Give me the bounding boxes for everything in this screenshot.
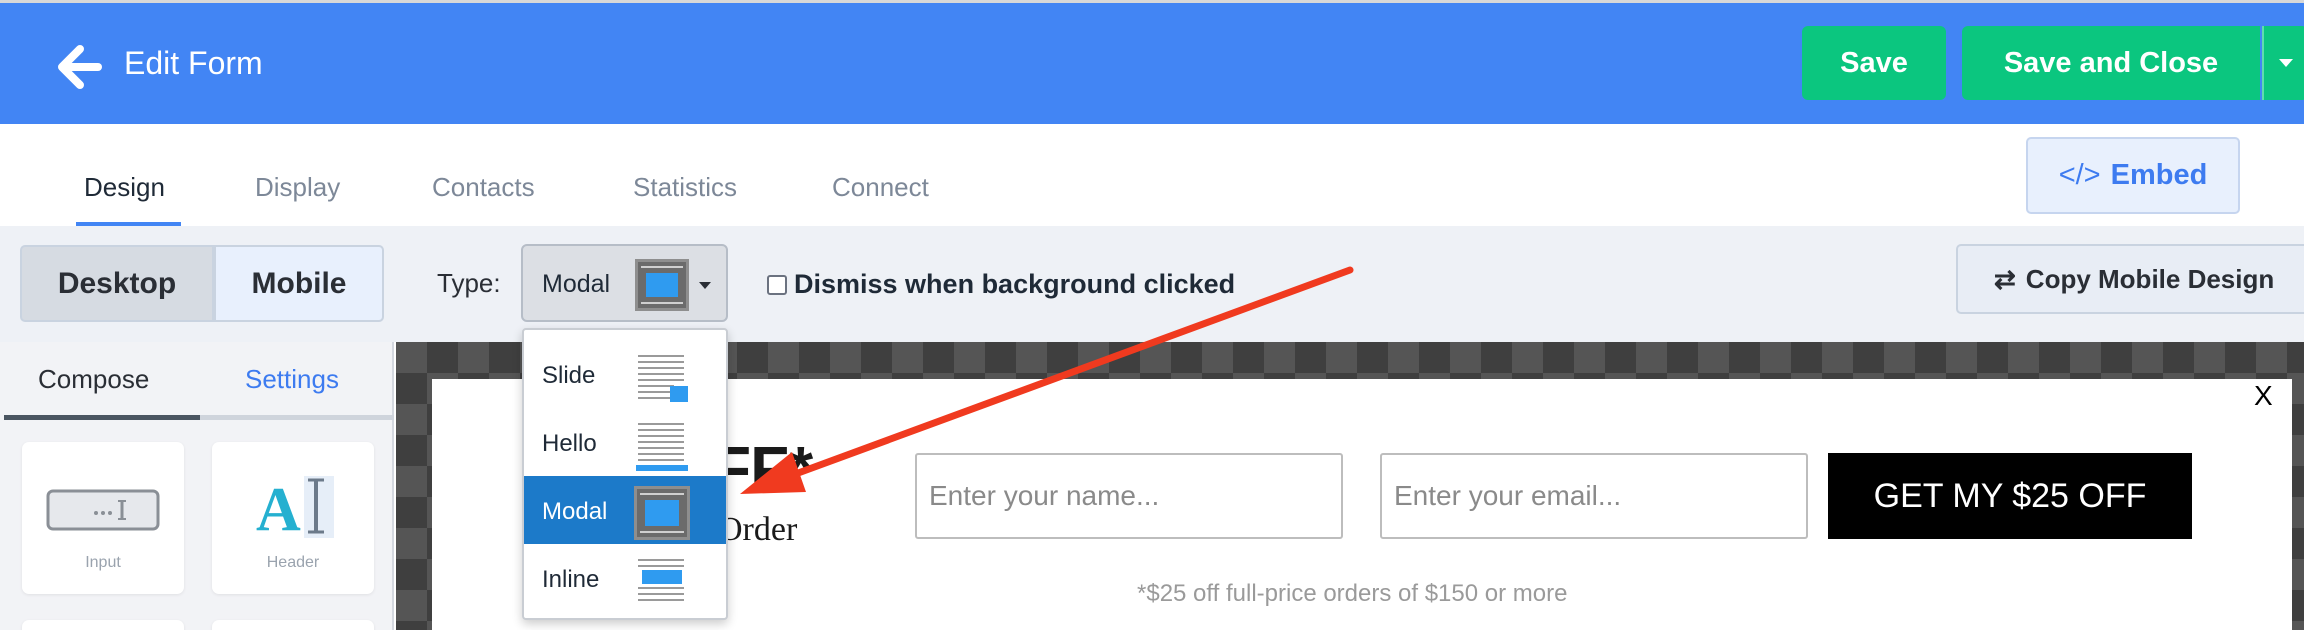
tab-contacts[interactable]: Contacts (432, 172, 535, 203)
embed-button[interactable]: </> Embed (2026, 137, 2240, 214)
name-input[interactable]: Enter your name... (915, 453, 1343, 539)
dismiss-label[interactable]: Dismiss when background clicked (794, 269, 1235, 300)
tab-design[interactable]: Design (84, 172, 165, 203)
modal-close-button[interactable]: X (2254, 380, 2273, 412)
desktop-toggle[interactable]: Desktop (20, 245, 214, 322)
block-card[interactable] (22, 620, 184, 630)
tab-connect[interactable]: Connect (832, 172, 929, 203)
type-label: Type: (437, 268, 501, 298)
input-card-label: Input (85, 554, 121, 571)
input-field-icon (46, 489, 160, 531)
hello-bar-layout-icon (634, 418, 690, 472)
panel-tab-bar (4, 415, 394, 420)
chevron-down-icon (2279, 59, 2293, 67)
header-block-card[interactable]: A Header (212, 442, 374, 594)
header-card-label: Header (266, 554, 320, 571)
embed-label: Embed (2110, 159, 2208, 191)
header-text-icon: A (256, 476, 334, 542)
swap-icon: ⇄ (1994, 263, 2016, 294)
tab-display[interactable]: Display (255, 172, 340, 203)
option-label: Hello (542, 430, 597, 457)
dropdown-option-slide[interactable]: Slide (524, 340, 726, 408)
copy-mobile-design-button[interactable]: ⇄ Copy Mobile Design (1956, 244, 2304, 314)
type-select[interactable]: Modal (521, 244, 728, 322)
chevron-down-icon (699, 282, 711, 289)
option-label: Modal (542, 498, 608, 525)
save-and-close-button[interactable]: Save and Close (1962, 26, 2260, 100)
email-input[interactable]: Enter your email... (1380, 453, 1808, 539)
modal-layout-icon (635, 259, 689, 311)
svg-text:A: A (256, 476, 301, 542)
type-dropdown-menu: Slide Hello Modal Inline (522, 328, 728, 620)
tab-statistics[interactable]: Statistics (633, 172, 737, 203)
save-button[interactable]: Save (1802, 26, 1946, 100)
option-label: Inline (542, 566, 600, 593)
mobile-toggle[interactable]: Mobile (214, 245, 384, 322)
dismiss-checkbox[interactable] (767, 275, 787, 295)
type-select-value: Modal (542, 270, 611, 298)
dropdown-option-hello[interactable]: Hello (524, 408, 726, 476)
page-title: Edit Form (124, 45, 263, 81)
code-icon: </> (2058, 159, 2101, 191)
slide-layout-icon (634, 350, 690, 404)
save-options-dropdown[interactable] (2262, 26, 2304, 100)
active-panel-tab-indicator (4, 415, 200, 420)
cta-button[interactable]: GET MY $25 OFF (1828, 453, 2192, 539)
input-block-card[interactable]: Input (22, 442, 184, 594)
modal-layout-icon (634, 486, 690, 540)
fineprint-text: *$25 off full-price orders of $150 or mo… (1137, 580, 1568, 607)
dropdown-option-inline[interactable]: Inline (524, 544, 726, 612)
tab-settings[interactable]: Settings (245, 364, 339, 395)
tab-compose[interactable]: Compose (38, 364, 149, 395)
option-label: Slide (542, 362, 596, 389)
inline-layout-icon (634, 554, 690, 608)
offer-subheadline: Order (718, 511, 798, 548)
back-arrow-icon[interactable] (54, 43, 102, 91)
dropdown-option-modal[interactable]: Modal (524, 476, 726, 544)
app-header: Edit Form (0, 0, 2304, 124)
copy-mobile-label: Copy Mobile Design (2025, 263, 2275, 294)
block-card[interactable] (212, 620, 374, 630)
